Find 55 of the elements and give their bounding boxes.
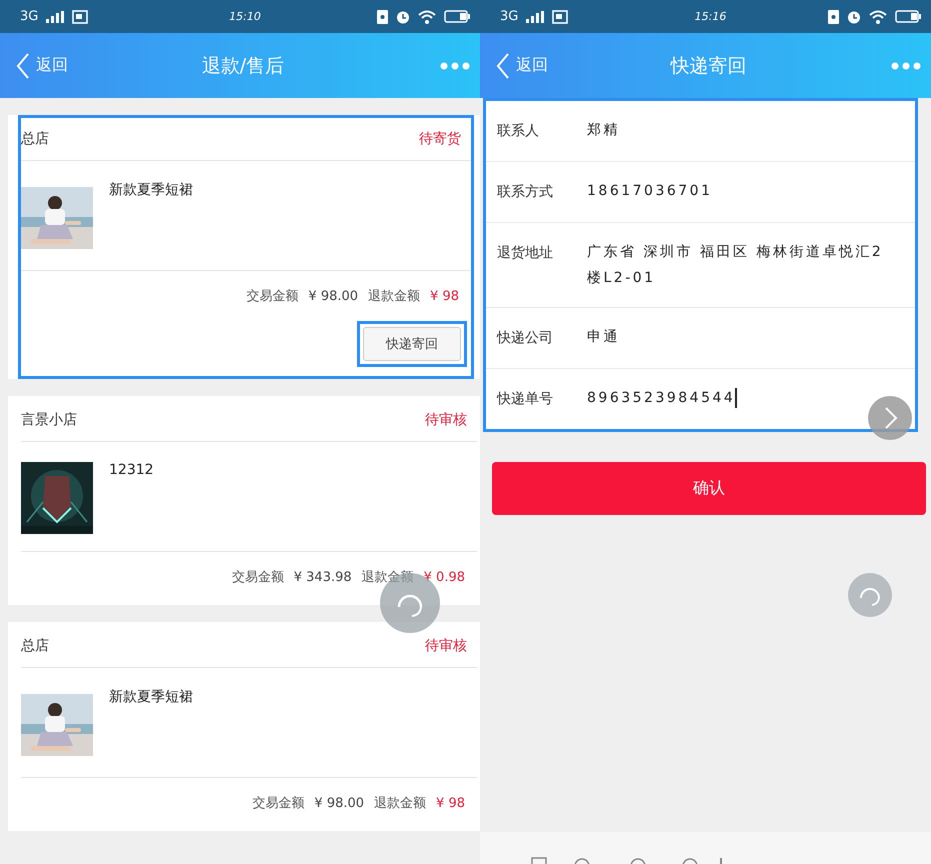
refund-amount: ¥ 98 <box>436 796 465 810</box>
confirm-button[interactable]: 确认 <box>492 462 926 515</box>
input-field[interactable]: 广东省 深圳市 福田区 梅林街道卓悦汇2楼L2-01 <box>587 239 901 291</box>
trade-amount-label: 交易金额 <box>246 288 298 305</box>
order-status: 待审核 <box>425 637 467 655</box>
trade-amount-label: 交易金额 <box>232 569 284 586</box>
trade-amount: ¥ 98.00 <box>314 796 364 810</box>
trade-amount: ¥ 343.98 <box>294 570 352 584</box>
input-field[interactable]: 申通 <box>587 324 901 350</box>
product-title: 新款夏季短裙 <box>109 688 193 706</box>
field-label: 快递公司 <box>497 329 554 348</box>
back-icon <box>496 52 510 80</box>
product-title: 新款夏季短裙 <box>109 181 193 199</box>
order-status: 待审核 <box>425 411 467 429</box>
image-icon <box>72 10 88 24</box>
battery-saver-icon <box>376 10 388 24</box>
more-icon[interactable] <box>891 62 921 70</box>
refund-amount-label: 退款金额 <box>368 288 420 305</box>
product-title: 12312 <box>109 462 154 478</box>
wifi-icon <box>868 10 887 24</box>
input-field[interactable]: 郑精 <box>587 117 901 143</box>
alarm-icon <box>846 10 861 24</box>
next-button[interactable] <box>868 396 912 440</box>
clock-time: 15:10 <box>229 10 261 23</box>
field-label: 联系人 <box>497 122 540 141</box>
page-title: 退款/售后 <box>202 54 284 78</box>
signal-icon <box>46 10 64 22</box>
network-label: 3G <box>20 9 38 24</box>
refund-amount: ¥ 0.98 <box>424 570 465 584</box>
trade-amount: ¥ 98.00 <box>308 288 358 304</box>
support-button[interactable] <box>848 573 892 617</box>
more-icon[interactable] <box>440 62 470 70</box>
ship-back-button[interactable]: 快递寄回 <box>363 327 461 361</box>
wifi-icon <box>418 10 436 24</box>
alarm-icon <box>396 10 410 24</box>
signal-icon <box>526 10 544 22</box>
battery-icon <box>894 10 921 23</box>
shop-name: 总店 <box>21 130 49 148</box>
page-title: 快递寄回 <box>670 54 746 78</box>
refund-amount: ¥ 98 <box>430 288 459 304</box>
clock-time: 15:16 <box>694 10 726 23</box>
refund-amount-label: 退款金额 <box>374 795 426 812</box>
network-label: 3G <box>500 9 518 24</box>
image-icon <box>552 10 568 24</box>
field-label: 退货地址 <box>497 244 554 263</box>
trade-amount-label: 交易金额 <box>252 795 304 812</box>
battery-saver-icon <box>828 10 839 24</box>
battery-icon <box>444 10 470 23</box>
order-status: 待寄货 <box>419 130 461 148</box>
shop-name: 言景小店 <box>21 411 77 429</box>
back-icon <box>16 52 30 80</box>
field-label: 联系方式 <box>497 183 554 202</box>
field-label: 快递单号 <box>497 390 554 409</box>
input-field[interactable]: 18617036701 <box>587 178 901 204</box>
shop-name: 总店 <box>21 637 49 655</box>
